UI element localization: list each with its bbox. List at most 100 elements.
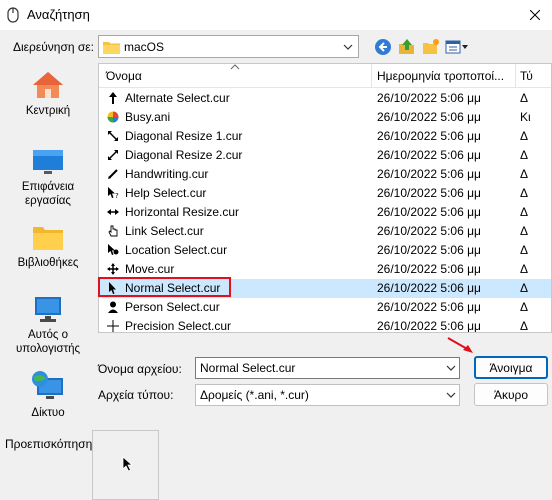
file-name: Person Select.cur xyxy=(125,300,220,314)
file-type: Δ xyxy=(520,167,529,181)
chevron-down-icon[interactable] xyxy=(446,391,456,399)
pointer-icon xyxy=(109,282,116,294)
file-name: Move.cur xyxy=(125,262,175,276)
lookin-combo[interactable]: macOS xyxy=(98,35,359,58)
file-list[interactable]: Όνομα Ημερομηνία τροποποί... Τύ Alternat… xyxy=(98,63,552,333)
file-date: 26/10/2022 5:06 μμ xyxy=(377,91,481,105)
new-folder-icon xyxy=(423,39,439,54)
svg-text:?: ? xyxy=(115,192,119,199)
file-row[interactable]: ? Help Select.cur 26/10/2022 5:06 μμ Δ xyxy=(99,184,551,203)
chevron-down-icon xyxy=(343,44,353,50)
file-row[interactable]: Normal Select.cur 26/10/2022 5:06 μμ Δ xyxy=(99,279,551,298)
title-bar: Αναζήτηση xyxy=(0,0,552,30)
place-desktop[interactable]: Επιφάνεια εργασίας xyxy=(6,148,90,208)
new-folder-button[interactable] xyxy=(420,36,442,58)
filename-input[interactable] xyxy=(195,357,460,379)
location-pin-icon xyxy=(108,244,119,255)
help-icon: ? xyxy=(108,187,119,199)
preview-pane xyxy=(92,430,159,500)
column-header: Όνομα Ημερομηνία τροποποί... Τύ xyxy=(99,64,551,88)
red-arrow-annotation xyxy=(447,337,473,353)
file-name: Diagonal Resize 2.cur xyxy=(125,148,243,162)
file-row[interactable]: Busy.ani 26/10/2022 5:06 μμ Κι xyxy=(99,108,551,127)
file-date: 26/10/2022 5:06 μμ xyxy=(377,300,481,314)
crosshair-icon xyxy=(107,320,119,332)
file-name: Precision Select.cur xyxy=(125,319,232,333)
file-date: 26/10/2022 5:06 μμ xyxy=(377,148,481,162)
column-date[interactable]: Ημερομηνία τροποποί... xyxy=(377,69,504,83)
file-row[interactable]: Horizontal Resize.cur 26/10/2022 5:06 μμ Δ xyxy=(99,203,551,222)
file-row[interactable]: Diagonal Resize 1.cur 26/10/2022 5:06 μμ Δ xyxy=(99,127,551,146)
file-name: Handwriting.cur xyxy=(125,167,209,181)
file-name: Diagonal Resize 1.cur xyxy=(125,129,243,143)
place-label: Δίκτυο xyxy=(31,407,65,419)
file-type: Δ xyxy=(520,129,529,143)
file-name: Busy.ani xyxy=(125,110,171,124)
file-row[interactable]: Diagonal Resize 2.cur 26/10/2022 5:06 μμ Δ xyxy=(99,146,551,165)
place-libraries[interactable]: Βιβλιοθήκες xyxy=(6,224,90,270)
file-date: 26/10/2022 5:06 μμ xyxy=(377,319,481,333)
up-folder-button[interactable] xyxy=(396,36,418,58)
file-date: 26/10/2022 5:06 μμ xyxy=(377,167,481,181)
back-button[interactable] xyxy=(372,36,394,58)
chevron-down-icon[interactable] xyxy=(446,364,456,372)
place-network[interactable]: Δίκτυο xyxy=(6,370,90,420)
hand-icon xyxy=(108,225,118,237)
places-bar: Κεντρική Επιφάνεια εργασίας Βιβλιοθήκες … xyxy=(6,64,90,421)
place-home[interactable]: Κεντρική xyxy=(6,70,90,118)
view-menu-button[interactable] xyxy=(444,36,470,58)
preview-label: Προεπισκόπηση: xyxy=(5,437,96,451)
open-button[interactable]: Άνοιγμα xyxy=(474,356,548,379)
file-name: Link Select.cur xyxy=(125,224,204,238)
place-label: Κεντρική xyxy=(25,105,71,117)
file-row[interactable]: Precision Select.cur 26/10/2022 5:06 μμ Δ xyxy=(99,317,551,333)
filetype-select[interactable]: Δρομείς (*.ani, *.cur) xyxy=(195,384,460,406)
sort-ascending-icon xyxy=(230,64,240,70)
close-button[interactable] xyxy=(518,0,552,30)
file-date: 26/10/2022 5:06 μμ xyxy=(377,281,481,295)
move-icon xyxy=(107,263,119,275)
file-name: Normal Select.cur xyxy=(125,281,221,295)
diagonal-resize-1-icon xyxy=(108,131,118,141)
file-row[interactable]: Location Select.cur 26/10/2022 5:06 μμ Δ xyxy=(99,241,551,260)
file-row[interactable]: Handwriting.cur 26/10/2022 5:06 μμ Δ xyxy=(99,165,551,184)
file-type: Δ xyxy=(520,319,529,333)
file-type: Δ xyxy=(520,91,529,105)
file-date: 26/10/2022 5:06 μμ xyxy=(377,205,481,219)
file-name: Help Select.cur xyxy=(125,186,207,200)
file-date: 26/10/2022 5:06 μμ xyxy=(377,186,481,200)
lookin-label: Διερεύνηση σε: xyxy=(13,40,94,54)
computer-icon xyxy=(35,297,61,322)
busy-wheel-icon xyxy=(107,111,119,123)
pointer-icon xyxy=(122,456,134,472)
file-row[interactable]: Move.cur 26/10/2022 5:06 μμ Δ xyxy=(99,260,551,279)
folder-icon xyxy=(103,42,120,54)
view-grid-icon xyxy=(445,40,468,54)
file-date: 26/10/2022 5:06 μμ xyxy=(377,129,481,143)
file-date: 26/10/2022 5:06 μμ xyxy=(377,243,481,257)
file-type: Δ xyxy=(520,186,529,200)
file-row[interactable]: Alternate Select.cur 26/10/2022 5:06 μμ Δ xyxy=(99,89,551,108)
place-this-pc[interactable]: Αυτός ο υπολογιστής xyxy=(6,296,90,356)
desktop-icon xyxy=(33,150,63,174)
place-label: Αυτός ο υπολογιστής xyxy=(15,329,81,355)
file-name: Location Select.cur xyxy=(125,243,228,257)
file-type: Δ xyxy=(520,300,529,314)
column-name[interactable]: Όνομα xyxy=(106,69,142,83)
network-icon xyxy=(32,371,63,399)
file-row[interactable]: Link Select.cur 26/10/2022 5:06 μμ Δ xyxy=(99,222,551,241)
file-type: Κι xyxy=(520,110,531,124)
file-name: Horizontal Resize.cur xyxy=(125,205,240,219)
file-type: Δ xyxy=(520,243,529,257)
close-icon xyxy=(530,10,540,20)
file-type: Δ xyxy=(520,205,529,219)
pen-icon xyxy=(108,169,118,179)
arrow-up-icon xyxy=(109,92,117,104)
column-type[interactable]: Τύ xyxy=(520,69,533,83)
cancel-button[interactable]: Άκυρο xyxy=(474,383,548,406)
place-label: Βιβλιοθήκες xyxy=(17,257,79,269)
column-divider xyxy=(371,64,372,88)
filename-label: Όνομα αρχείου: xyxy=(98,362,182,376)
file-type: Δ xyxy=(520,262,529,276)
file-row[interactable]: Person Select.cur 26/10/2022 5:06 μμ Δ xyxy=(99,298,551,317)
